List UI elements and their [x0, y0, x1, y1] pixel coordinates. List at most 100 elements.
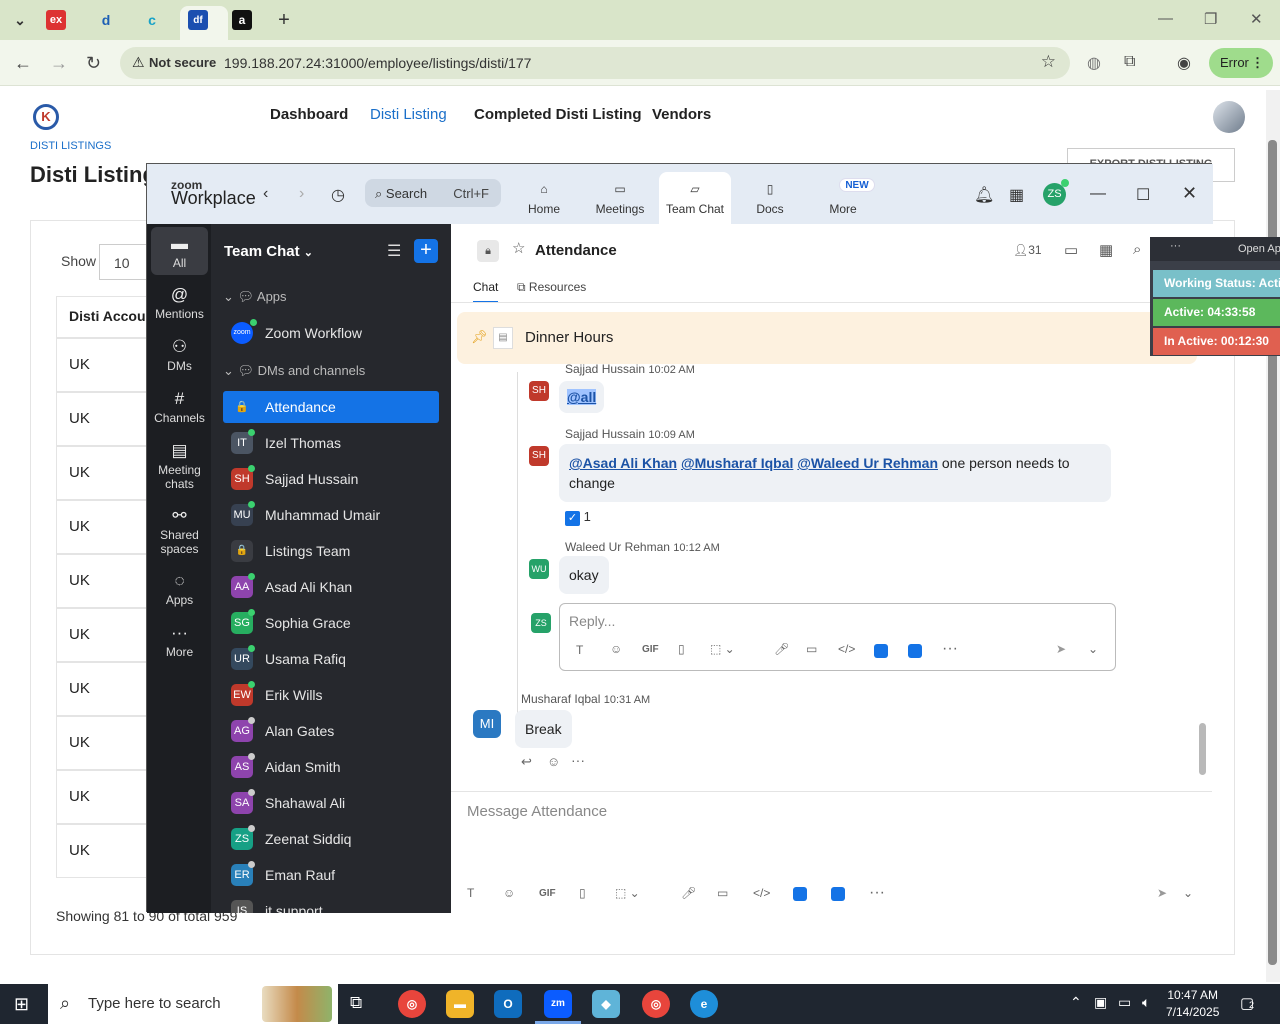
sender-name[interactable]: Sajjad Hussain	[565, 427, 645, 441]
tab-d-icon[interactable]: d	[92, 6, 120, 34]
emoji-icon[interactable]: ☺	[610, 642, 622, 656]
network-icon[interactable]: ▭	[1118, 994, 1131, 1011]
outlook-icon[interactable]: O	[494, 990, 522, 1018]
nav-dashboard[interactable]: Dashboard	[270, 106, 348, 123]
channel-title[interactable]: Attendance	[535, 242, 617, 259]
reload-icon[interactable]: ↻	[86, 53, 101, 74]
tab-home[interactable]: ⌂ Home	[508, 172, 580, 224]
zoom-taskbar-icon[interactable]: zm	[544, 990, 572, 1018]
file-icon[interactable]: ▯	[678, 642, 685, 656]
screenshot-icon[interactable]: ⬚ ⌄	[615, 886, 640, 900]
extensions-icon[interactable]: ⧉	[1124, 53, 1135, 71]
calendar-icon[interactable]: ▦	[1009, 185, 1024, 205]
rail-shared-spaces[interactable]: ⚯ Shared spaces	[151, 507, 208, 556]
members-count[interactable]: 👤︎31	[1013, 243, 1042, 257]
dm-sajjad-hussain[interactable]: SH Sajjad Hussain	[223, 463, 439, 495]
code-snippet-icon[interactable]: </>	[753, 886, 770, 900]
send-options-chevron-icon[interactable]: ⌄	[1183, 886, 1193, 900]
tab-amazon-icon[interactable]: a	[232, 10, 252, 30]
tray-chevron-icon[interactable]: ⌃	[1070, 994, 1082, 1011]
chat-scrollbar-thumb[interactable]	[1199, 723, 1206, 775]
format-text-icon[interactable]: T	[576, 643, 583, 657]
dm-asad-ali-khan[interactable]: AA Asad Ali Khan	[223, 571, 439, 603]
back-icon[interactable]: ←	[14, 53, 32, 74]
rail-more[interactable]: ··· More	[151, 624, 208, 659]
chrome-profile-icon[interactable]: ◎	[642, 990, 670, 1018]
tab-docs[interactable]: ▯ Docs	[734, 172, 806, 224]
site-logo[interactable]: K	[33, 104, 59, 130]
video-message-icon[interactable]: ▭	[717, 886, 728, 900]
app-shortcut-icon[interactable]	[908, 644, 922, 658]
forward-arrow-icon[interactable]: ›	[299, 185, 304, 203]
sender-name[interactable]: Sajjad Hussain	[565, 362, 645, 376]
page-size-select[interactable]: 10	[99, 244, 149, 280]
rail-mentions[interactable]: @ Mentions	[151, 286, 208, 321]
volume-icon[interactable]: 🔈︎	[1142, 994, 1150, 1011]
dm-aidan-smith[interactable]: AS Aidan Smith	[223, 751, 439, 783]
code-snippet-icon[interactable]: </>	[838, 642, 855, 656]
sender-avatar[interactable]: MI	[473, 710, 501, 738]
sender-avatar[interactable]: WU	[529, 559, 549, 579]
history-icon[interactable]: ◷	[331, 185, 345, 205]
channel-listings-team[interactable]: 🔒 Listings Team	[223, 535, 439, 567]
tab-meetings[interactable]: ▭ Meetings	[584, 172, 656, 224]
tracker-open-app[interactable]: Open Ap	[1238, 243, 1280, 255]
pinned-message-bar[interactable]: 📌︎ ▤ Dinner Hours	[457, 312, 1197, 364]
sender-avatar[interactable]: SH	[529, 446, 549, 466]
window-close-icon[interactable]: ✕	[1182, 183, 1197, 204]
column-header-disti-account[interactable]: Disti Account	[56, 296, 156, 338]
video-message-icon[interactable]: ▭	[806, 642, 817, 656]
taskbar-search-input[interactable]: ⌕ Type here to search	[48, 984, 338, 1024]
nav-completed-disti-listing[interactable]: Completed Disti Listing	[474, 106, 642, 123]
section-dms-channels[interactable]: ⌄ 💬︎ DMs and channels	[223, 363, 365, 379]
rail-meeting-chats[interactable]: ▤ Meeting chats	[151, 442, 208, 491]
address-bar[interactable]: ⚠ Not secure 199.188.207.24:31000/employ…	[120, 47, 1070, 79]
reaction-chip[interactable]: ✓ 1	[565, 509, 591, 526]
window-minimize-icon[interactable]: —	[1090, 185, 1106, 203]
chat-search-icon[interactable]: ⌕	[1133, 241, 1141, 258]
file-explorer-icon[interactable]: ▬	[446, 990, 474, 1018]
edge-icon[interactable]: e	[690, 990, 718, 1018]
tray-app-icon[interactable]: ▣	[1094, 994, 1107, 1011]
file-icon[interactable]: ▯	[579, 886, 586, 900]
star-icon[interactable]: ☆	[512, 239, 525, 257]
dm-sophia-grace[interactable]: SG Sophia Grace	[223, 607, 439, 639]
team-chat-dropdown[interactable]: Team Chat ⌄	[224, 243, 313, 260]
send-options-chevron-icon[interactable]: ⌄	[1088, 642, 1098, 656]
nav-vendors[interactable]: Vendors	[652, 106, 711, 123]
zoom-search-input[interactable]: ⌕ Search Ctrl+F	[365, 179, 501, 207]
tab-team-chat[interactable]: ▱ Team Chat	[659, 172, 731, 224]
microphone-icon[interactable]: 🎤︎	[774, 642, 789, 656]
dm-alan-gates[interactable]: AG Alan Gates	[223, 715, 439, 747]
security-label[interactable]: Not secure	[149, 55, 216, 70]
mention-link[interactable]: @Musharaf Iqbal	[681, 455, 793, 471]
sender-name[interactable]: Waleed Ur Rehman	[565, 540, 670, 554]
dm-zeenat-siddiq[interactable]: ZS Zeenat Siddiq	[223, 823, 439, 855]
send-icon[interactable]: ➤	[1056, 642, 1066, 656]
minimize-icon[interactable]: —	[1158, 10, 1173, 27]
section-apps[interactable]: ⌄ 💬︎ Apps	[223, 289, 287, 305]
app-icon[interactable]: ◆	[592, 990, 620, 1018]
more-options-icon[interactable]: ···	[869, 884, 885, 902]
message-bubble[interactable]: okay	[559, 556, 609, 594]
kebab-menu-icon[interactable]: ⋮	[1251, 48, 1264, 78]
sender-name[interactable]: Musharaf Iqbal	[521, 692, 600, 706]
tab-df-icon[interactable]: df	[188, 10, 208, 30]
format-text-icon[interactable]: T	[467, 886, 474, 900]
close-icon[interactable]: ✕	[1250, 10, 1263, 28]
dm-muhammad-umair[interactable]: MU Muhammad Umair	[223, 499, 439, 531]
gif-icon[interactable]: GIF	[642, 644, 659, 655]
bookmark-star-icon[interactable]: ☆	[1041, 52, 1056, 72]
screenshot-icon[interactable]: ⬚ ⌄	[710, 642, 735, 656]
dm-usama-rafiq[interactable]: UR Usama Rafiq	[223, 643, 439, 675]
app-shortcut-icon[interactable]	[831, 887, 845, 901]
maximize-icon[interactable]: ❐	[1204, 10, 1217, 28]
dm-erik-wills[interactable]: EW Erik Wills	[223, 679, 439, 711]
task-view-icon[interactable]: ⧉	[350, 993, 362, 1013]
rail-dms[interactable]: ⚇ DMs	[151, 338, 208, 373]
emoji-icon[interactable]: ☺	[503, 886, 515, 900]
new-chat-plus-icon[interactable]: +	[414, 239, 438, 263]
subtab-resources[interactable]: ⧉ Resources	[517, 280, 586, 295]
channel-attendance[interactable]: 🔒 Attendance	[223, 391, 439, 423]
message-input[interactable]: Message Attendance	[467, 803, 607, 820]
